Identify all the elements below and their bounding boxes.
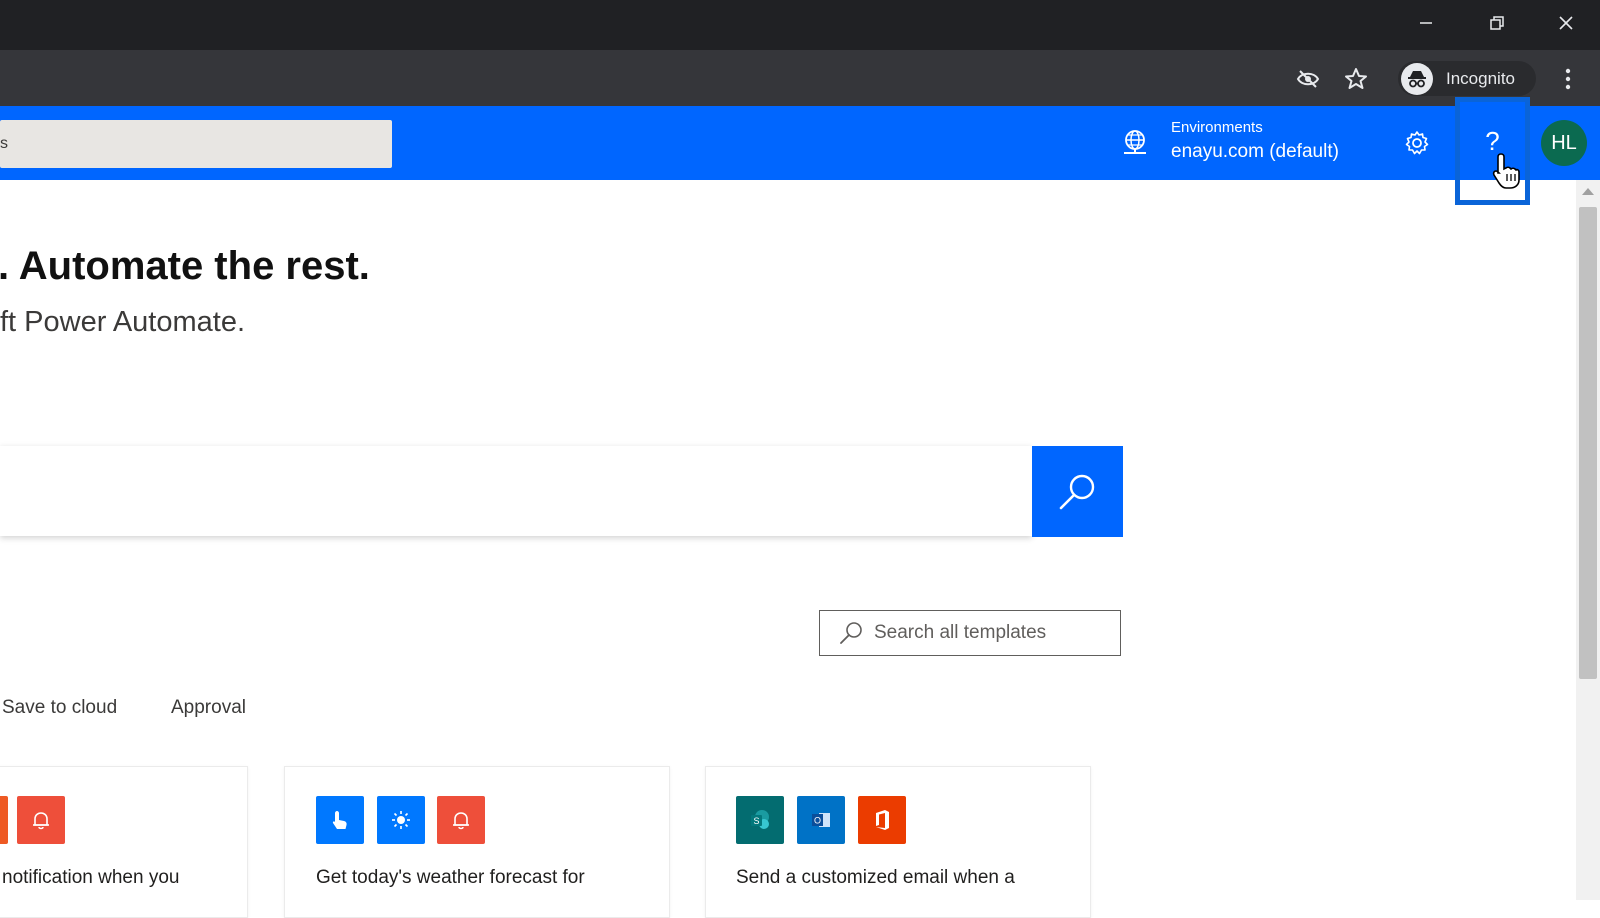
template-card-title: Send a customized email when a xyxy=(736,867,1015,888)
main-search-button[interactable] xyxy=(1032,446,1123,537)
bookmark-button[interactable] xyxy=(1341,64,1371,94)
template-card-title: Get today's weather forecast for xyxy=(316,867,585,888)
globe-icon xyxy=(1124,130,1146,154)
incognito-icon xyxy=(1401,62,1433,95)
avatar[interactable]: HL xyxy=(1541,120,1587,166)
outlook-icon: O xyxy=(797,796,845,844)
sharepoint-icon: S xyxy=(736,796,784,844)
star-icon xyxy=(1345,68,1367,89)
tab-save-to-cloud[interactable]: Save to cloud xyxy=(2,697,117,719)
environment-selector[interactable]: enayu.com (default) xyxy=(1171,141,1339,163)
avatar-initials: HL xyxy=(1551,131,1577,154)
scroll-up-arrow-icon[interactable] xyxy=(1582,188,1594,195)
hero-title: . Automate the rest. xyxy=(0,244,370,288)
search-icon xyxy=(1059,474,1094,509)
search-icon xyxy=(840,622,862,644)
browser-toolbar xyxy=(0,50,1600,106)
environments-label: Environments xyxy=(1171,119,1263,136)
app-header: s Environments enayu.com (default) ? HL xyxy=(0,97,1600,205)
tracking-protection-button[interactable] xyxy=(1293,64,1323,94)
restore-button[interactable] xyxy=(1475,8,1519,38)
restore-icon xyxy=(1490,16,1504,30)
weather-sun-icon xyxy=(377,796,425,844)
svg-text:O: O xyxy=(814,816,821,826)
close-window-button[interactable] xyxy=(1544,8,1588,38)
eye-off-icon xyxy=(1296,70,1320,88)
minimize-icon xyxy=(1420,22,1432,24)
button-touch-icon xyxy=(316,796,364,844)
notification-bell-icon xyxy=(437,796,485,844)
incognito-label: Incognito xyxy=(1446,68,1515,88)
tab-approval[interactable]: Approval xyxy=(171,697,246,719)
svg-text:S: S xyxy=(753,816,759,826)
hand-cursor-icon xyxy=(1492,153,1520,189)
settings-button[interactable] xyxy=(1400,126,1434,160)
close-icon xyxy=(1559,16,1573,30)
main-search-input[interactable] xyxy=(0,446,1032,536)
scrollbar-thumb[interactable] xyxy=(1579,207,1597,679)
notification-bell-icon xyxy=(17,796,65,844)
gear-icon xyxy=(1405,131,1429,155)
browser-titlebar xyxy=(0,0,1600,50)
template-search-placeholder: Search all templates xyxy=(874,622,1047,643)
template-card-title: notification when you xyxy=(2,867,180,888)
header-search-text: s xyxy=(0,135,8,152)
minimize-button[interactable] xyxy=(1404,8,1448,38)
browser-menu-button[interactable] xyxy=(1553,64,1583,94)
incognito-profile-button[interactable]: Incognito xyxy=(1398,61,1536,96)
hero-subtitle: ft Power Automate. xyxy=(0,306,246,338)
template-search-input[interactable]: Search all templates xyxy=(819,610,1121,656)
kebab-menu-icon xyxy=(1565,68,1571,90)
office-icon xyxy=(858,796,906,844)
header-search-input[interactable]: s xyxy=(0,120,392,168)
tile-partial xyxy=(0,796,8,844)
